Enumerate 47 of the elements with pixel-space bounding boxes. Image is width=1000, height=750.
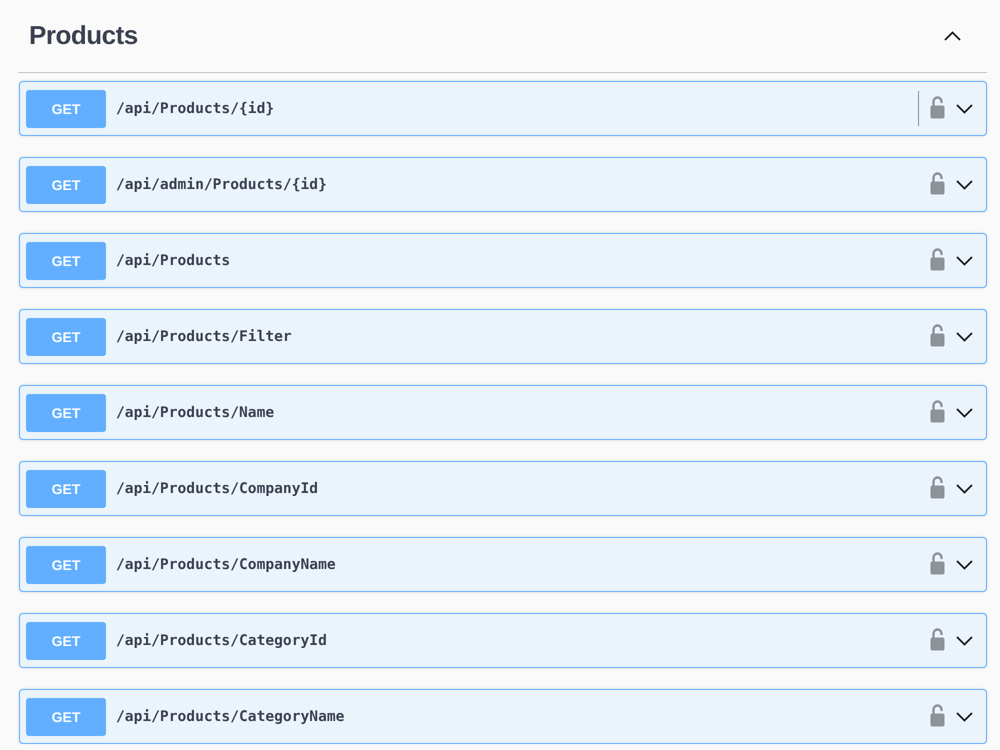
endpoint-row[interactable]: GET /api/Products/CategoryId — [19, 613, 987, 668]
padlock-icon[interactable] — [930, 398, 945, 422]
method-label: GET — [26, 698, 106, 736]
method-label: GET — [26, 470, 106, 508]
padlock-icon[interactable] — [930, 170, 945, 194]
method-label: GET — [26, 394, 106, 432]
chevron-down-icon[interactable] — [956, 636, 973, 646]
padlock-icon[interactable] — [930, 626, 945, 650]
endpoint-row[interactable]: GET /api/Products/CategoryName — [19, 689, 987, 744]
endpoint-path: /api/Products — [116, 252, 230, 269]
method-label: GET — [26, 318, 106, 356]
section-title: Products — [29, 20, 138, 50]
endpoint-row[interactable]: GET /api/Products/CompanyId — [19, 461, 987, 516]
endpoint-path: /api/Products/CategoryId — [116, 632, 327, 649]
endpoint-path: /api/Products/{id} — [116, 100, 274, 117]
method-label: GET — [26, 166, 106, 204]
endpoint-row[interactable]: GET /api/Products — [19, 233, 987, 288]
padlock-icon[interactable] — [930, 702, 945, 726]
endpoint-path: /api/Products/Name — [116, 404, 274, 421]
padlock-icon[interactable] — [930, 474, 945, 498]
endpoint-row[interactable]: GET /api/Products/Filter — [19, 309, 987, 364]
method-label: GET — [26, 90, 106, 128]
chevron-down-icon[interactable] — [956, 560, 973, 570]
chevron-down-icon[interactable] — [956, 256, 973, 266]
endpoint-path: /api/admin/Products/{id} — [116, 176, 327, 193]
chevron-down-icon[interactable] — [956, 484, 973, 494]
method-label: GET — [26, 242, 106, 280]
method-label: GET — [26, 622, 106, 660]
endpoint-row[interactable]: GET /api/Products/{id} — [19, 81, 987, 136]
endpoint-path: /api/Products/Filter — [116, 328, 292, 345]
chevron-down-icon[interactable] — [956, 104, 973, 114]
chevron-down-icon[interactable] — [956, 712, 973, 722]
padlock-icon[interactable] — [930, 550, 945, 574]
endpoint-path: /api/Products/CompanyId — [116, 480, 318, 497]
padlock-icon[interactable] — [930, 322, 945, 346]
chevron-up-icon[interactable] — [944, 31, 961, 41]
chevron-down-icon[interactable] — [956, 332, 973, 342]
method-label: GET — [26, 546, 106, 584]
endpoint-row[interactable]: GET /api/Products/CompanyName — [19, 537, 987, 592]
endpoint-row[interactable]: GET /api/Products/Name — [19, 385, 987, 440]
padlock-icon[interactable] — [930, 94, 945, 118]
endpoint-path: /api/Products/CompanyName — [116, 556, 336, 573]
endpoint-path: /api/Products/CategoryName — [116, 708, 344, 725]
endpoint-row[interactable]: GET /api/admin/Products/{id} — [19, 157, 987, 212]
chevron-down-icon[interactable] — [956, 408, 973, 418]
chevron-down-icon[interactable] — [956, 180, 973, 190]
padlock-icon[interactable] — [930, 246, 945, 270]
